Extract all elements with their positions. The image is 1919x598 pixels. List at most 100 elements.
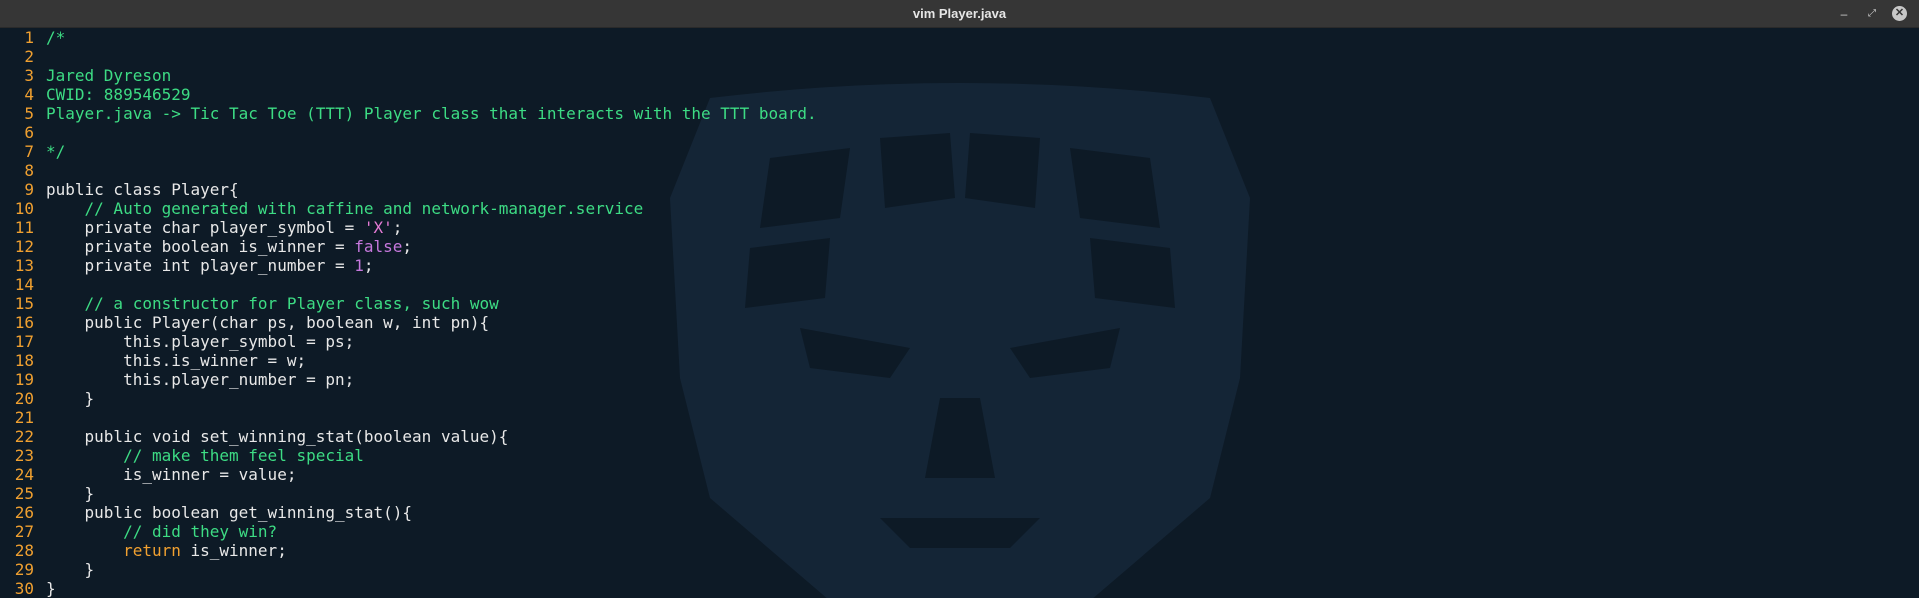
code-token: this.is_winner = w; bbox=[46, 351, 307, 370]
code-line[interactable]: 26 public boolean get_winning_stat(){ bbox=[0, 503, 1919, 522]
code-token: } bbox=[46, 560, 95, 579]
line-number: 7 bbox=[24, 142, 34, 161]
code-token: */ bbox=[46, 142, 66, 161]
code-token: ; bbox=[392, 218, 403, 237]
code-line[interactable]: 10 // Auto generated with caffine and ne… bbox=[0, 199, 1919, 218]
code-token: ; bbox=[363, 256, 374, 275]
code-token: private int player_number = bbox=[46, 256, 355, 275]
code-token: public void set_winning_stat(boolean val… bbox=[46, 427, 509, 446]
line-number: 6 bbox=[24, 123, 34, 142]
code-line[interactable]: 9 public class Player{ bbox=[0, 180, 1919, 199]
code-line[interactable]: 30} bbox=[0, 579, 1919, 598]
close-icon[interactable]: ✕ bbox=[1892, 6, 1907, 21]
code-line[interactable]: 14 bbox=[0, 275, 1919, 294]
code-token: } bbox=[46, 579, 56, 598]
code-token: private char player_symbol = bbox=[46, 218, 364, 237]
line-number: 15 bbox=[14, 294, 34, 313]
code-line[interactable]: 17 this.player_symbol = ps; bbox=[0, 332, 1919, 351]
line-number: 3 bbox=[24, 66, 34, 85]
code-line[interactable]: 20 } bbox=[0, 389, 1919, 408]
line-number: 17 bbox=[14, 332, 34, 351]
line-number: 30 bbox=[14, 579, 34, 598]
code-line[interactable]: 11 private char player_symbol = 'X'; bbox=[0, 218, 1919, 237]
line-number: 5 bbox=[24, 104, 34, 123]
code-token: public boolean get_winning_stat(){ bbox=[46, 503, 413, 522]
code-line[interactable]: 22 public void set_winning_stat(boolean … bbox=[0, 427, 1919, 446]
code-buffer[interactable]: 1 /* 2 3 Jared Dyreson 4 CWID: 889546529 5 Playe… bbox=[0, 28, 1919, 598]
window-titlebar[interactable]: vim Player.java – ⤢ ✕ bbox=[0, 0, 1919, 28]
code-token: Jared Dyreson bbox=[46, 66, 172, 85]
line-number: 14 bbox=[14, 275, 34, 294]
code-token: } bbox=[46, 389, 95, 408]
code-line[interactable]: 3 Jared Dyreson bbox=[0, 66, 1919, 85]
code-token: false bbox=[354, 237, 403, 256]
code-token: // make them feel special bbox=[46, 446, 364, 465]
line-number: 11 bbox=[14, 218, 34, 237]
minimize-icon[interactable]: – bbox=[1836, 6, 1852, 22]
code-line[interactable]: 24 is_winner = value; bbox=[0, 465, 1919, 484]
terminal-editor[interactable]: 1 /* 2 3 Jared Dyreson 4 CWID: 889546529 5 Playe… bbox=[0, 28, 1919, 598]
code-line[interactable]: 6 bbox=[0, 123, 1919, 142]
code-token: /* bbox=[46, 28, 66, 47]
line-number: 26 bbox=[14, 503, 34, 522]
code-token: // a constructor for Player class, such … bbox=[46, 294, 499, 313]
line-number: 23 bbox=[14, 446, 34, 465]
line-number: 18 bbox=[14, 351, 34, 370]
code-line[interactable]: 2 bbox=[0, 47, 1919, 66]
line-number: 29 bbox=[14, 560, 34, 579]
code-token: // Auto generated with caffine and netwo… bbox=[46, 199, 644, 218]
code-line[interactable]: 8 bbox=[0, 161, 1919, 180]
code-line[interactable]: 23 // make them feel special bbox=[0, 446, 1919, 465]
line-number: 4 bbox=[24, 85, 34, 104]
line-number: 25 bbox=[14, 484, 34, 503]
code-token: is_winner = value; bbox=[46, 465, 297, 484]
code-token: } bbox=[46, 484, 95, 503]
code-token: 1 bbox=[354, 256, 364, 275]
code-line[interactable]: 19 this.player_number = pn; bbox=[0, 370, 1919, 389]
line-number: 1 bbox=[24, 28, 34, 47]
code-line[interactable]: 25 } bbox=[0, 484, 1919, 503]
line-number: 21 bbox=[14, 408, 34, 427]
code-line[interactable]: 21 bbox=[0, 408, 1919, 427]
code-token: this.player_symbol = ps; bbox=[46, 332, 355, 351]
line-number: 13 bbox=[14, 256, 34, 275]
code-token: Player.java -> Tic Tac Toe (TTT) Player … bbox=[46, 104, 817, 123]
line-number: 20 bbox=[14, 389, 34, 408]
code-line[interactable]: 28 return is_winner; bbox=[0, 541, 1919, 560]
code-token: return bbox=[123, 541, 181, 560]
line-number: 19 bbox=[14, 370, 34, 389]
code-token: this.player_number = pn; bbox=[46, 370, 355, 389]
line-number: 2 bbox=[24, 47, 34, 66]
code-token: private boolean is_winner = bbox=[46, 237, 355, 256]
code-token: is_winner; bbox=[180, 541, 287, 560]
maximize-icon[interactable]: ⤢ bbox=[1864, 6, 1880, 22]
line-number: 16 bbox=[14, 313, 34, 332]
code-token: public class Player{ bbox=[46, 180, 239, 199]
code-line[interactable]: 5 Player.java -> Tic Tac Toe (TTT) Player… bbox=[0, 104, 1919, 123]
line-number: 24 bbox=[14, 465, 34, 484]
code-line[interactable]: 29 } bbox=[0, 560, 1919, 579]
code-token: public Player(char ps, boolean w, int pn… bbox=[46, 313, 490, 332]
code-line[interactable]: 16 public Player(char ps, boolean w, int… bbox=[0, 313, 1919, 332]
code-line[interactable]: 27 // did they win? bbox=[0, 522, 1919, 541]
window-title: vim Player.java bbox=[912, 6, 1007, 21]
code-token: 'X' bbox=[363, 218, 393, 237]
code-line[interactable]: 7 */ bbox=[0, 142, 1919, 161]
line-number: 10 bbox=[14, 199, 34, 218]
line-number: 28 bbox=[14, 541, 34, 560]
code-token: CWID: 889546529 bbox=[46, 85, 191, 104]
line-number: 22 bbox=[14, 427, 34, 446]
code-token: ; bbox=[402, 237, 413, 256]
line-number: 9 bbox=[24, 180, 34, 199]
code-line[interactable]: 12 private boolean is_winner = false; bbox=[0, 237, 1919, 256]
line-number: 8 bbox=[24, 161, 34, 180]
code-token: // did they win? bbox=[46, 522, 278, 541]
code-line[interactable]: 13 private int player_number = 1; bbox=[0, 256, 1919, 275]
code-line[interactable]: 15 // a constructor for Player class, su… bbox=[0, 294, 1919, 313]
line-number: 12 bbox=[14, 237, 34, 256]
code-line[interactable]: 1 /* bbox=[0, 28, 1919, 47]
line-number: 27 bbox=[14, 522, 34, 541]
code-line[interactable]: 18 this.is_winner = w; bbox=[0, 351, 1919, 370]
code-line[interactable]: 4 CWID: 889546529 bbox=[0, 85, 1919, 104]
